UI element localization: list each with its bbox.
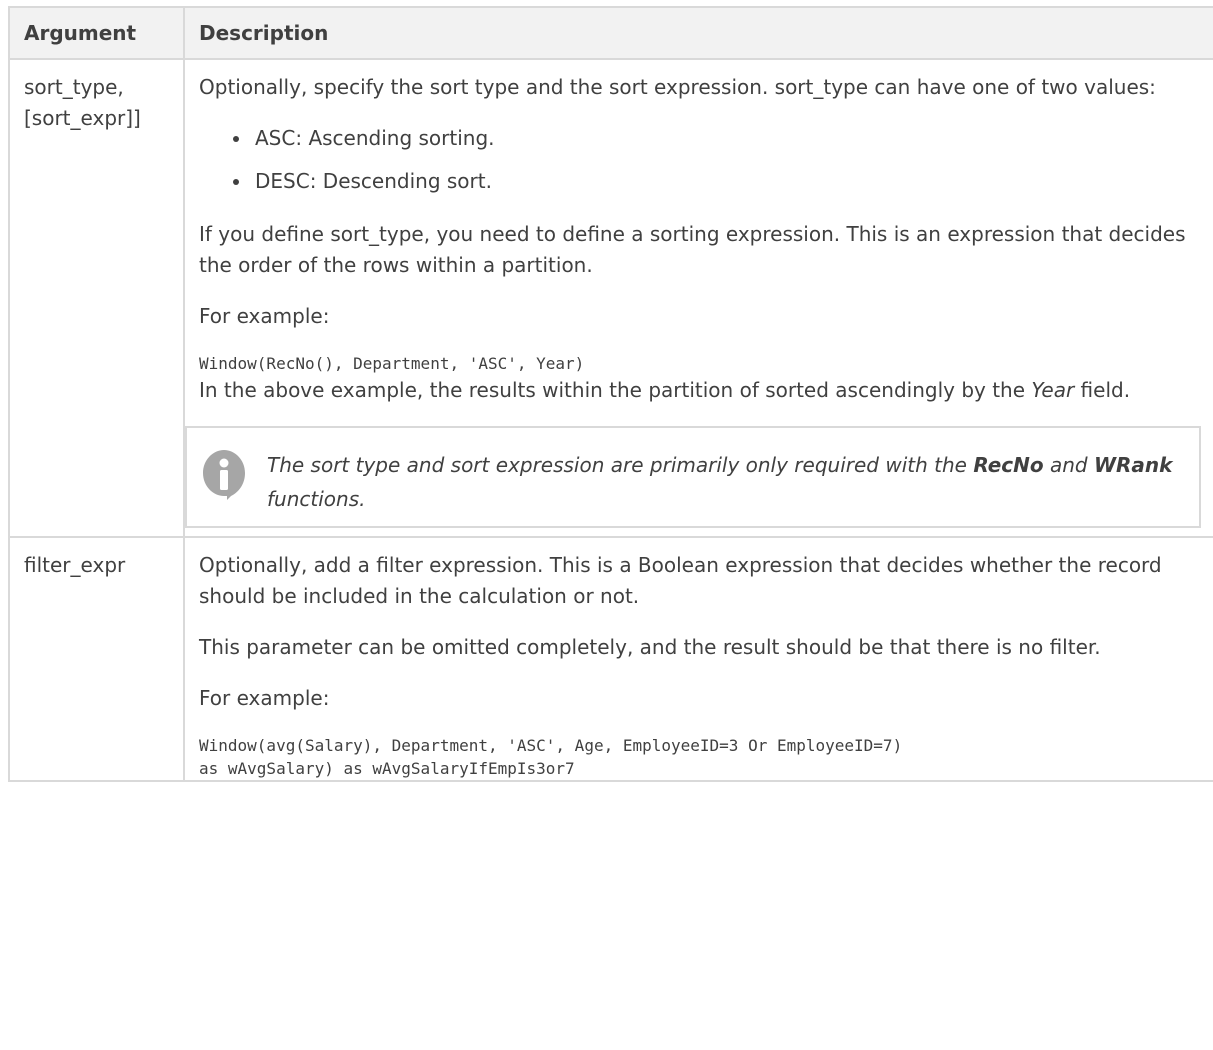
description-intro: Optionally, add a filter expression. Thi… bbox=[199, 553, 1162, 608]
field-name: Year bbox=[1031, 378, 1075, 402]
description-paragraph: If you define sort_type, you need to def… bbox=[199, 222, 1186, 277]
note-text: The sort type and sort expression are pr… bbox=[267, 448, 1187, 516]
code-example-line-1: Window(avg(Salary), Department, 'ASC', A… bbox=[199, 736, 903, 755]
explanation-text: In the above example, the results within… bbox=[199, 378, 1032, 402]
recno-function: RecNo bbox=[973, 453, 1044, 477]
description-intro: Optionally, specify the sort type and th… bbox=[199, 75, 1156, 99]
explanation-suffix: field. bbox=[1074, 378, 1131, 402]
list-item: ASC: Ascending sorting. bbox=[233, 123, 1201, 154]
description-column-header: Description bbox=[183, 6, 1213, 60]
list-item: DESC: Descending sort. bbox=[233, 166, 1201, 197]
description-paragraph: This parameter can be omitted completely… bbox=[199, 635, 1101, 659]
note-box: The sort type and sort expression are pr… bbox=[185, 426, 1201, 528]
argument-column-header: Argument bbox=[8, 6, 185, 60]
note-text-start: The sort type and sort expression are pr… bbox=[267, 453, 974, 477]
document-page: Argument Description sort_type, [sort_ex… bbox=[0, 0, 1213, 1050]
note-text-end: functions. bbox=[267, 487, 366, 511]
info-icon bbox=[201, 448, 247, 502]
code-example: Window(RecNo(), Department, 'ASC', Year) bbox=[199, 354, 585, 373]
example-explanation: In the above example, the results within… bbox=[199, 375, 1201, 406]
code-example-line-2: as wAvgSalary) as wAvgSalaryIfEmpIs3or7 bbox=[199, 759, 575, 778]
arguments-table: Argument Description sort_type, [sort_ex… bbox=[8, 6, 1213, 782]
table-header-row: Argument Description bbox=[8, 6, 1213, 60]
wrank-function: WRank bbox=[1093, 453, 1173, 477]
example-label: For example: bbox=[199, 686, 330, 710]
note-text-and: and bbox=[1043, 453, 1094, 477]
argument-name: sort_type, [sort_expr]] bbox=[8, 58, 185, 538]
sort-type-values-list: ASC: Ascending sorting. DESC: Descending… bbox=[199, 123, 1201, 197]
example-label: For example: bbox=[199, 304, 330, 328]
argument-name: filter_expr bbox=[8, 536, 185, 782]
argument-description: Optionally, specify the sort type and th… bbox=[183, 58, 1213, 538]
table-row: filter_expr Optionally, add a filter exp… bbox=[8, 536, 1213, 782]
table-row: sort_type, [sort_expr]] Optionally, spec… bbox=[8, 58, 1213, 538]
argument-description: Optionally, add a filter expression. Thi… bbox=[183, 536, 1213, 782]
